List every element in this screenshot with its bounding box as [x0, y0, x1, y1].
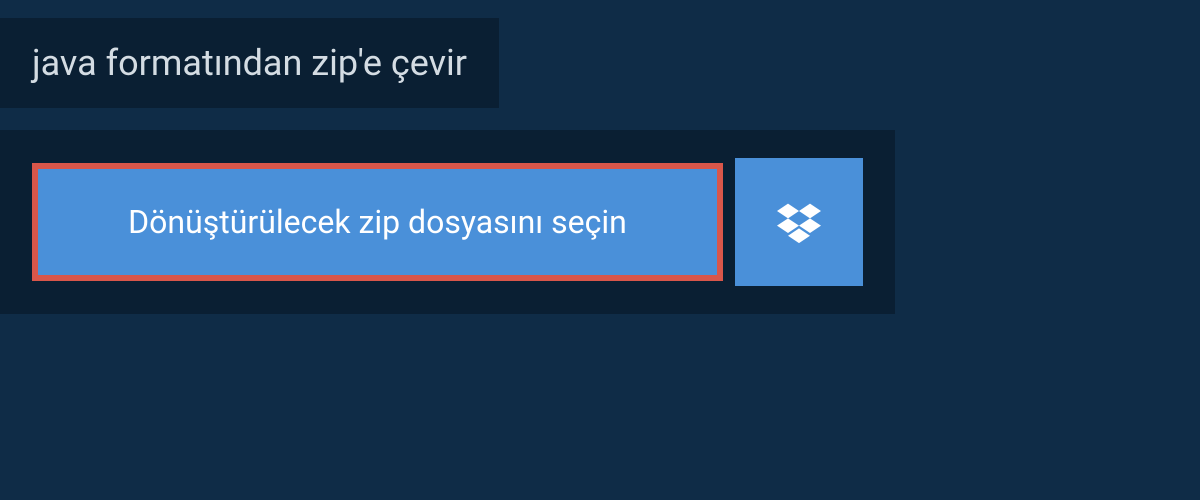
select-file-label: Dönüştürülecek zip dosyasını seçin: [128, 203, 627, 241]
select-file-button[interactable]: Dönüştürülecek zip dosyasını seçin: [32, 163, 723, 281]
upload-panel: Dönüştürülecek zip dosyasını seçin: [0, 130, 895, 314]
title-bar: java formatından zip'e çevir: [0, 18, 499, 108]
dropbox-button[interactable]: [735, 158, 863, 286]
page-title: java formatından zip'e çevir: [32, 42, 467, 84]
dropbox-icon: [777, 200, 821, 244]
